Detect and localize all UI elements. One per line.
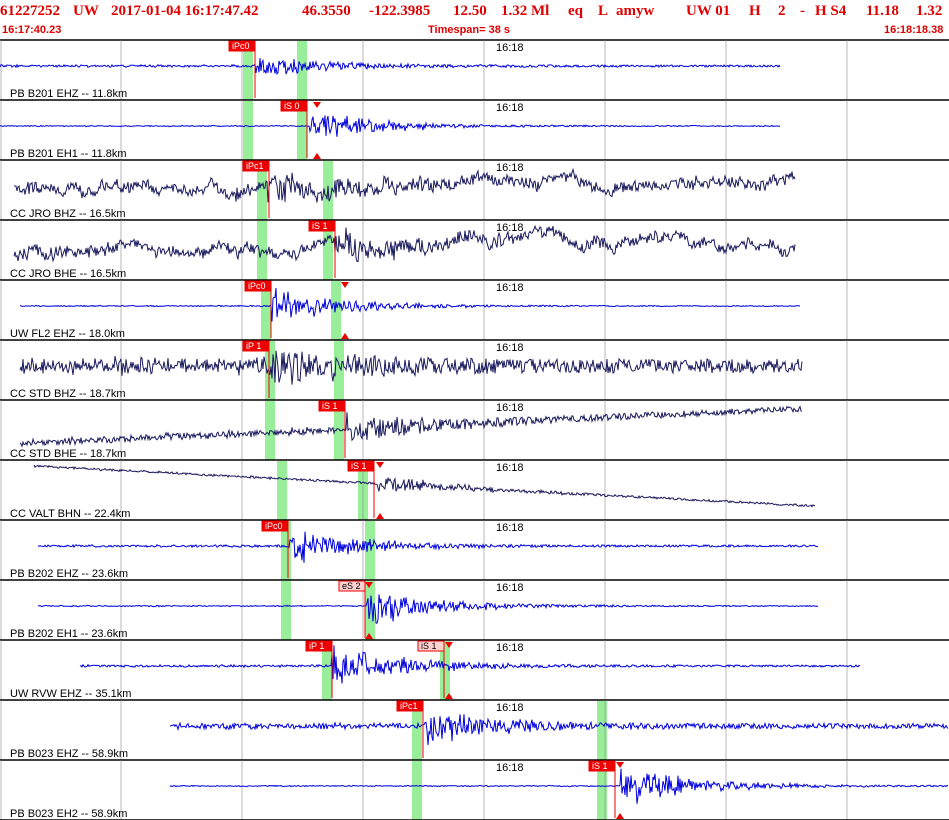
trace-label: CC JRO BHZ -- 16.5km — [10, 208, 126, 220]
pick-marker-bottom — [341, 333, 349, 339]
pick-marker-top — [341, 282, 349, 288]
waveform — [169, 768, 949, 804]
trace-panel: eS 2 16:18 PB B202 EH1 -- 23.6km — [0, 580, 949, 641]
pick-label: iPc0 — [232, 41, 250, 51]
waveform — [79, 645, 861, 684]
pick-label: eS 2 — [342, 581, 361, 591]
pick-marker-top — [313, 102, 321, 108]
trace-label: UW RVW EHZ -- 35.1km — [10, 688, 131, 700]
trace-panel: iS 1 16:18 PB B023 EH2 -- 58.9km — [0, 760, 949, 820]
waveform — [33, 464, 816, 508]
pick-label: iS 1 — [312, 221, 328, 231]
pick-label: iPc1 — [400, 701, 418, 711]
pick-marker-bottom — [313, 153, 321, 159]
waveform — [0, 58, 781, 76]
minute-tick-label: 16:18 — [496, 582, 524, 594]
minute-tick-label: 16:18 — [496, 762, 524, 774]
trace-label: PB B023 EH2 -- 58.9km — [10, 808, 127, 820]
trace-label: PB B202 EH1 -- 23.6km — [10, 628, 127, 640]
minute-tick-label: 16:18 — [496, 162, 524, 174]
waveform — [19, 405, 803, 448]
trace-panel: iS 0 16:18 PB B201 EH1 -- 11.8km — [0, 100, 949, 161]
pick-label: iP 1 — [246, 341, 261, 351]
trace-panel: iPc0 16:18 UW FL2 EHZ -- 18.0km — [0, 280, 949, 341]
pick-label: iP 1 — [309, 641, 324, 651]
pick-window — [243, 101, 253, 160]
seismogram-plot: iPc0 16:18 PB B201 EHZ -- 11.8km iS 0 16:18 P… — [0, 39, 949, 820]
pick-marker-top — [616, 762, 624, 768]
trace-label: CC STD BHE -- 18.7km — [10, 448, 126, 460]
waveform — [20, 287, 801, 322]
trace-panel: iPc1 16:18 CC JRO BHZ -- 16.5km — [0, 160, 949, 221]
waveform — [37, 594, 819, 624]
minute-tick-label: 16:18 — [496, 222, 524, 234]
pick-marker-bottom — [376, 513, 384, 519]
trace-label: CC JRO BHE -- 16.5km — [10, 268, 126, 280]
trace-label: PB B202 EHZ -- 23.6km — [10, 568, 128, 580]
pick-window — [331, 281, 341, 340]
waveform — [37, 531, 819, 563]
trace-label: CC STD BHZ -- 18.7km — [10, 388, 126, 400]
pick-label: iS 0 — [284, 101, 300, 111]
minute-tick-label: 16:18 — [496, 342, 524, 354]
pick-window — [277, 461, 287, 520]
pick-marker-top — [376, 462, 384, 468]
pick-label: iS 1 — [421, 641, 437, 651]
waveform — [0, 115, 781, 137]
minute-tick-label: 16:18 — [496, 282, 524, 294]
trace-label: PB B023 EHZ -- 58.9km — [10, 748, 128, 760]
pick-window — [597, 701, 607, 760]
pick-label: iS 1 — [322, 401, 338, 411]
trace-panel: iPc1 16:18 PB B023 EHZ -- 58.9km — [0, 700, 949, 761]
trace-panel: iP 1 16:18 CC STD BHZ -- 18.7km — [0, 340, 949, 401]
minute-tick-label: 16:18 — [496, 42, 524, 54]
pick-label: iPc1 — [246, 161, 264, 171]
waveform — [169, 714, 949, 746]
trace-panel: iS 1 16:18 CC JRO BHE -- 16.5km — [0, 220, 949, 281]
trace-panel: iPc0 16:18 PB B201 EHZ -- 11.8km — [0, 40, 949, 101]
pick-marker-bottom — [616, 813, 624, 819]
waveform — [13, 167, 796, 203]
pick-window — [281, 581, 291, 640]
trace-panel: iS 1 16:18 CC VALT BHN -- 22.4km — [0, 460, 949, 521]
minute-tick-label: 16:18 — [496, 522, 524, 534]
trace-label: PB B201 EHZ -- 11.8km — [10, 88, 127, 100]
minute-tick-label: 16:18 — [496, 642, 524, 654]
pick-label: iS 1 — [592, 761, 608, 771]
trace-panel: iS 1 16:18 CC STD BHE -- 18.7km — [0, 400, 949, 461]
trace-label: PB B201 EH1 -- 11.8km — [10, 148, 127, 160]
pick-label: iPc0 — [248, 281, 266, 291]
trace-label: UW FL2 EHZ -- 18.0km — [10, 328, 125, 340]
pick-label: iPc0 — [265, 521, 283, 531]
pick-label: iS 1 — [351, 461, 367, 471]
trace-panel: iP 1 iS 1 16:18 UW RVW EHZ -- 35.1km — [0, 640, 949, 701]
minute-tick-label: 16:18 — [496, 402, 524, 414]
pick-window — [412, 761, 422, 820]
waveform — [19, 350, 803, 385]
waveform — [13, 224, 796, 263]
minute-tick-label: 16:18 — [496, 702, 524, 714]
minute-tick-label: 16:18 — [496, 102, 524, 114]
minute-tick-label: 16:18 — [496, 462, 524, 474]
trace-label: CC VALT BHN -- 22.4km — [10, 508, 130, 520]
trace-panel: iPc0 16:18 PB B202 EHZ -- 23.6km — [0, 520, 949, 581]
